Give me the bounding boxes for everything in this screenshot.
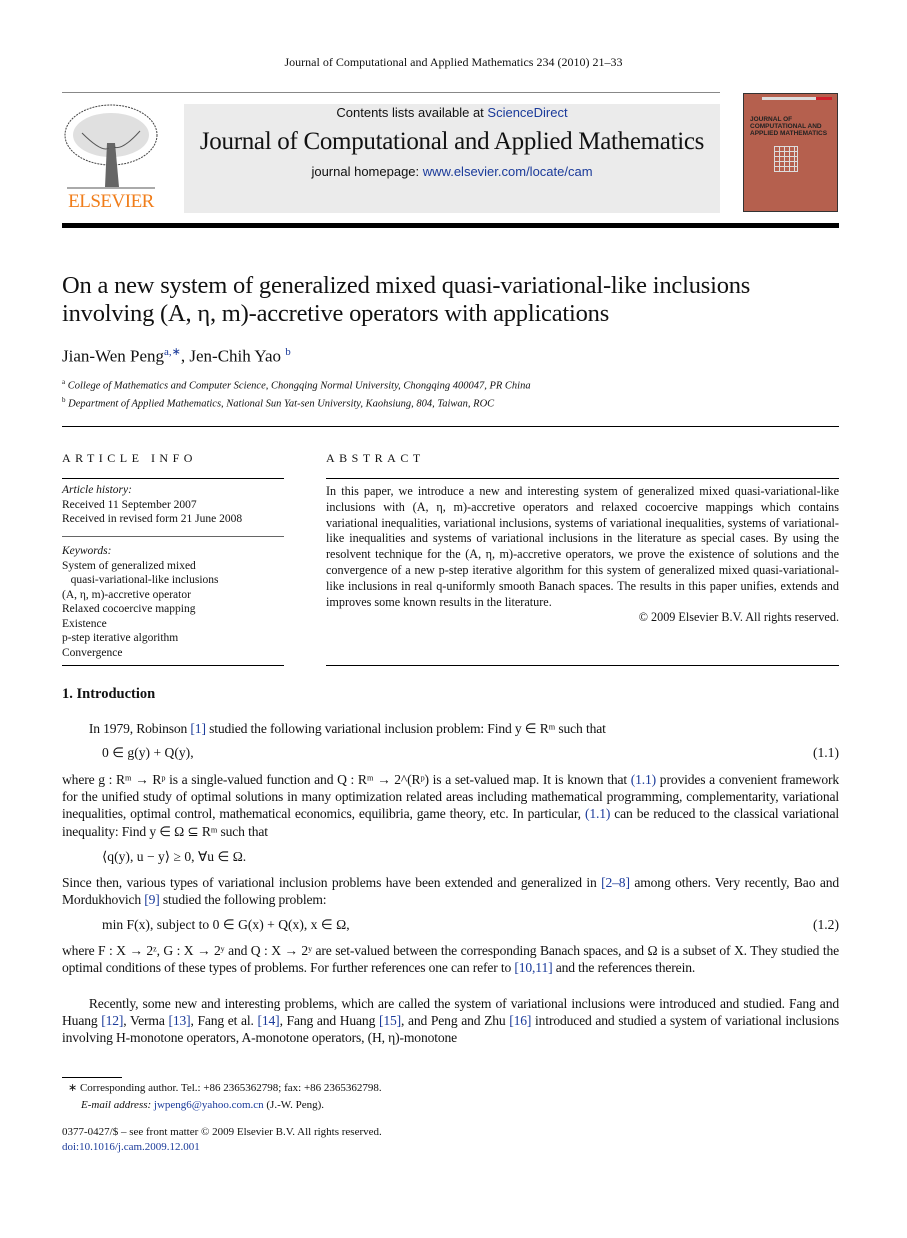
- affiliation: a College of Mathematics and Computer Sc…: [62, 378, 531, 392]
- homepage-line: journal homepage: www.elsevier.com/locat…: [184, 164, 720, 179]
- article-title: On a new system of generalized mixed qua…: [62, 272, 751, 327]
- divider: [62, 536, 284, 537]
- reference-link[interactable]: [2–8]: [601, 875, 630, 890]
- equation: 0 ∈ g(y) + Q(y), (1.1): [102, 745, 839, 761]
- cover-title: JOURNAL OF COMPUTATIONAL AND APPLIED MAT…: [750, 116, 828, 137]
- paragraph: Recently, some new and interesting probl…: [62, 995, 839, 1047]
- footnote-divider: [62, 1077, 122, 1078]
- divider: [62, 92, 720, 93]
- equation: min F(x), subject to 0 ∈ G(x) + Q(x), x …: [102, 917, 839, 933]
- paragraph: In 1979, Robinson [1] studied the follow…: [62, 720, 839, 737]
- contents-line: Contents lists available at ScienceDirec…: [184, 105, 720, 120]
- abstract-copyright: © 2009 Elsevier B.V. All rights reserved…: [638, 610, 839, 625]
- reference-link[interactable]: (1.1): [631, 772, 656, 787]
- front-matter: 0377-0427/$ – see front matter © 2009 El…: [62, 1126, 382, 1138]
- text-run: , Verma: [123, 1013, 169, 1029]
- equation-number: (1.1): [812, 745, 839, 760]
- divider: [326, 665, 839, 666]
- text-run: Since then, various types of variational…: [62, 875, 602, 890]
- email-note: E-mail address: jwpeng6@yahoo.com.cn (J.…: [81, 1097, 324, 1113]
- author-name[interactable]: Jian-Wen Peng: [62, 347, 164, 366]
- reference-link[interactable]: [13]: [168, 1013, 190, 1028]
- reference-link[interactable]: [16]: [509, 1013, 531, 1028]
- paragraph: where g : Rᵐ → Rᵖ is a single-valued fun…: [62, 771, 839, 840]
- keywords-label: Keywords:: [62, 545, 112, 557]
- affiliation: b Department of Applied Mathematics, Nat…: [62, 396, 494, 410]
- homepage-link[interactable]: www.elsevier.com/locate/cam: [423, 164, 593, 179]
- keyword: quasi-variational-like inclusions: [62, 574, 219, 586]
- abstract: In this paper, we introduce a new and in…: [326, 484, 839, 626]
- history-item: Received in revised form 21 June 2008: [62, 513, 243, 525]
- author-affil-mark[interactable]: a,∗: [164, 346, 181, 358]
- running-header: Journal of Computational and Applied Mat…: [284, 55, 623, 69]
- sciencedirect-link[interactable]: ScienceDirect: [487, 105, 567, 120]
- text-run: where F : X → 2ᶻ, G : X → 2ʸ and Q : X →…: [62, 943, 839, 976]
- keyword: p-step iterative algorithm: [62, 632, 179, 644]
- journal-banner: Contents lists available at ScienceDirec…: [184, 104, 720, 213]
- reference-link[interactable]: (1.1): [585, 806, 610, 821]
- divider: [62, 665, 284, 666]
- reference-link[interactable]: [10,11]: [514, 960, 552, 975]
- email-suffix: (J.-W. Peng).: [263, 1099, 325, 1111]
- affil-text: Department of Applied Mathematics, Natio…: [68, 398, 495, 410]
- keywords: Keywords: System of generalized mixed qu…: [62, 544, 284, 660]
- keyword: System of generalized mixed: [62, 559, 196, 572]
- doi-link[interactable]: doi:10.1016/j.cam.2009.12.001: [62, 1139, 200, 1155]
- elsevier-logo: ELSEVIER: [62, 103, 160, 213]
- text-run: where g : Rᵐ → Rᵖ is a single-valued fun…: [62, 772, 631, 787]
- reference-link[interactable]: [14]: [258, 1013, 280, 1028]
- elsevier-wordmark: ELSEVIER: [68, 191, 154, 212]
- journal-cover: JOURNAL OF COMPUTATIONAL AND APPLIED MAT…: [743, 93, 838, 212]
- author-affil-mark[interactable]: b: [285, 346, 291, 358]
- equation-expr: min F(x), subject to 0 ∈ G(x) + Q(x), x …: [102, 917, 350, 932]
- equation-number: (1.2): [812, 917, 839, 932]
- article-history: Article history: Received 11 September 2…: [62, 483, 284, 527]
- text-run: studied the following problem:: [159, 892, 327, 908]
- text-run: studied the following variational inclus…: [205, 721, 606, 736]
- author-list: Jian-Wen Penga,∗, Jen-Chih Yao b: [62, 346, 291, 366]
- email-link[interactable]: jwpeng6@yahoo.com.cn: [154, 1099, 264, 1111]
- contents-prefix: Contents lists available at: [336, 105, 488, 120]
- cover-graphic: [774, 146, 798, 172]
- paragraph: Since then, various types of variational…: [62, 874, 839, 908]
- email-label: E-mail address:: [81, 1099, 154, 1111]
- affil-label: b: [62, 396, 66, 404]
- text-run: In 1979, Robinson: [62, 721, 191, 736]
- homepage-prefix: journal homepage:: [311, 164, 423, 179]
- text-run: and the references therein.: [552, 960, 696, 976]
- author-name[interactable]: Jen-Chih Yao: [189, 347, 281, 366]
- keyword: (A, η, m)-accretive operator: [62, 588, 191, 601]
- divider-thick: [62, 223, 839, 228]
- journal-title: Journal of Computational and Applied Mat…: [199, 128, 705, 155]
- tree-icon: [64, 104, 158, 189]
- paragraph: where F : X → 2ᶻ, G : X → 2ʸ and Q : X →…: [62, 942, 839, 976]
- abstract-text: In this paper, we introduce a new and in…: [326, 484, 839, 609]
- reference-link[interactable]: [1]: [190, 721, 206, 736]
- paper-page: Journal of Computational and Applied Mat…: [0, 0, 907, 1238]
- keyword: Relaxed cocoercive mapping: [62, 603, 196, 615]
- divider: [62, 426, 839, 427]
- keyword: Convergence: [62, 646, 123, 659]
- article-info-heading: ARTICLE INFO: [62, 451, 197, 465]
- section-heading: 1. Introduction: [62, 686, 156, 702]
- affil-label: a: [62, 378, 66, 386]
- history-item: Received 11 September 2007: [62, 498, 197, 511]
- history-label: Article history:: [62, 484, 132, 496]
- divider: [326, 478, 839, 479]
- corresponding-author-note: ∗ Corresponding author. Tel.: +86 236536…: [68, 1082, 382, 1094]
- text-run: , and Peng and Zhu: [401, 1013, 510, 1029]
- text-run: , Fang et al.: [190, 1013, 258, 1029]
- reference-link[interactable]: [15]: [379, 1013, 401, 1028]
- reference-link[interactable]: [9]: [144, 892, 160, 907]
- equation: ⟨q(y), u − y⟩ ≥ 0, ∀u ∈ Ω.: [102, 849, 247, 864]
- equation-expr: 0 ∈ g(y) + Q(y),: [102, 745, 194, 760]
- divider: [62, 478, 284, 479]
- text-run: , Fang and Huang: [279, 1013, 379, 1029]
- reference-link[interactable]: [12]: [101, 1013, 123, 1028]
- abstract-heading: ABSTRACT: [326, 451, 425, 465]
- affil-text: College of Mathematics and Computer Scie…: [67, 380, 531, 392]
- keyword: Existence: [62, 617, 107, 630]
